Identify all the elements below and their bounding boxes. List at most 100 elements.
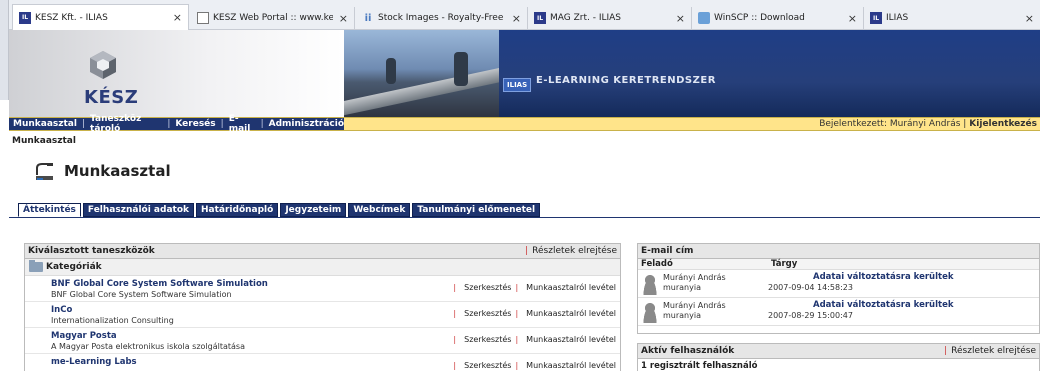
edit-link[interactable]: Szerkesztés [464, 335, 511, 344]
nav-item-adminisztracio[interactable]: Adminisztráció [269, 119, 344, 129]
tab-felhasznaloi-adatok[interactable]: Felhasználói adatok [82, 203, 194, 217]
close-icon[interactable]: × [1025, 12, 1034, 25]
item-title[interactable]: Magyar Posta [51, 331, 117, 341]
tab-title: MAG Zrt. - ILIAS [550, 13, 622, 23]
tab-jegyzeteim[interactable]: Jegyzeteim [280, 203, 347, 217]
tab-title: Stock Images - Royalty-Free Stock... [378, 13, 506, 23]
item-description: Internationalization Consulting [51, 316, 174, 325]
browser-tab-stock-images[interactable]: ii Stock Images - Royalty-Free Stock... … [356, 7, 528, 29]
banner-title: E-LEARNING KERETRENDSZER [536, 75, 716, 86]
nav-item-email[interactable]: E-mail [229, 114, 256, 134]
kesz-logo-text: KÉSZ [84, 87, 139, 108]
page-tabs: Áttekintés Felhasználói adatok Határidőn… [18, 203, 542, 217]
list-item: Magyar Posta A Magyar Posta elektronikus… [25, 328, 620, 354]
ilias-icon: IL [870, 12, 882, 24]
selected-items-header: Kiválasztott taneszközök | Részletek elre… [25, 244, 620, 259]
tab-tanulmanyi-elomenetel[interactable]: Tanulmányi előmenetel [412, 203, 541, 217]
browser-tab-mag-ilias[interactable]: IL MAG Zrt. - ILIAS × [528, 7, 692, 29]
hide-details-link[interactable]: | Részletek elrejtése [525, 246, 617, 256]
tab-title: ILIAS [886, 13, 909, 23]
browser-side-bar [0, 0, 9, 100]
remove-link[interactable]: Munkaasztalról levétel [526, 309, 616, 318]
logo-area [9, 30, 344, 117]
folder-icon [29, 260, 43, 272]
category-row: Kategóriák [25, 259, 620, 276]
mail-panel: E-mail cím Feladó Tárgy Murányi András mu… [637, 243, 1040, 334]
tabs-divider [9, 217, 1040, 218]
logout-link[interactable]: Kijelentkezés [969, 119, 1037, 129]
close-icon[interactable]: × [848, 12, 857, 25]
list-item: me-Learning Labs | Szerkesztés | Munkaaszt… [25, 354, 620, 371]
stock-icon: ii [364, 12, 372, 24]
list-item: InCo Internationalization Consulting | Sz… [25, 302, 620, 328]
sender-name: Murányi András [663, 301, 726, 310]
ilias-icon: IL [534, 12, 546, 24]
desk-icon [36, 163, 53, 180]
tab-title: KÉSZ Web Portal :: www.kesz.hu [213, 13, 333, 23]
remove-link[interactable]: Munkaasztalról levétel [526, 283, 616, 292]
avatar-icon [641, 273, 659, 295]
mail-row[interactable]: Murányi András muranyia Adatai változtatá… [638, 270, 1039, 298]
sender-login: muranyia [663, 311, 701, 320]
item-title[interactable]: InCo [51, 305, 72, 315]
avatar-icon [641, 301, 659, 323]
mail-subject[interactable]: Adatai változtatásra kerültek [793, 272, 953, 282]
kesz-logo-icon [90, 51, 116, 79]
remove-link[interactable]: Munkaasztalról levétel [526, 335, 616, 344]
close-icon[interactable]: × [512, 12, 521, 25]
tab-attekintes[interactable]: Áttekintés [18, 203, 81, 217]
login-status: Bejelentkezett: Murányi András | Kijelen… [819, 118, 1037, 130]
sender-login: muranyia [663, 283, 701, 292]
tab-title: KÉSZ Kft. - ILIAS [35, 12, 108, 23]
page-icon [197, 12, 209, 24]
browser-tab-kesz-ilias[interactable]: IL KÉSZ Kft. - ILIAS × [12, 4, 189, 30]
mail-row[interactable]: Murányi András muranyia Adatai változtatá… [638, 298, 1039, 326]
close-icon[interactable]: × [173, 11, 182, 24]
item-title[interactable]: me-Learning Labs [51, 357, 137, 367]
list-item: BNF Global Core System Software Simulati… [25, 276, 620, 302]
active-users-panel: Aktív felhasználók | Részletek elrejtése … [637, 343, 1040, 371]
tab-hataridonaplo[interactable]: Határidőnapló [196, 203, 279, 217]
browser-tab-winscp[interactable]: WinSCP :: Download × [692, 7, 864, 29]
main-nav-links: Munkaasztal | Taneszköz tároló | Keresés | … [9, 114, 344, 134]
edit-link[interactable]: Szerkesztés [464, 361, 511, 370]
category-label: Kategóriák [46, 262, 102, 272]
active-users-header: Aktív felhasználók | Részletek elrejtése [638, 344, 1039, 359]
hide-details-link[interactable]: | Részletek elrejtése [944, 346, 1036, 356]
mail-title: E-mail cím [641, 246, 694, 256]
sender-name: Murányi András [663, 273, 726, 282]
tab-webcimek[interactable]: Webcímek [348, 203, 411, 217]
col-sender: Feladó [641, 259, 673, 269]
selected-items-panel: Kiválasztott taneszközök | Részletek elre… [24, 243, 621, 371]
mail-date: 2007-08-29 15:00:47 [768, 311, 853, 320]
selected-items-title: Kiválasztott taneszközök [28, 246, 155, 256]
browser-tab-ilias[interactable]: IL ILIAS × [864, 7, 1040, 29]
mail-header: E-mail cím [638, 244, 1039, 259]
nav-item-munkaasztal[interactable]: Munkaasztal [13, 119, 77, 129]
nav-item-taneszkoz-tarolo[interactable]: Taneszköz tároló [90, 114, 162, 134]
mail-date: 2007-09-04 14:58:23 [768, 283, 853, 292]
breadcrumb[interactable]: Munkaasztal [12, 136, 76, 146]
mail-subject[interactable]: Adatai változtatásra kerültek [793, 300, 953, 310]
item-description: A Magyar Posta elektronikus iskola szolg… [51, 342, 245, 351]
mail-column-headers: Feladó Tárgy [638, 259, 1039, 270]
remove-link[interactable]: Munkaasztalról levétel [526, 361, 616, 370]
browser-tab-kesz-portal[interactable]: KÉSZ Web Portal :: www.kesz.hu × [191, 7, 355, 29]
winscp-icon [698, 12, 710, 24]
ilias-badge: ILIAS [503, 78, 532, 92]
edit-link[interactable]: Szerkesztés [464, 283, 511, 292]
tab-title: WinSCP :: Download [714, 13, 805, 23]
close-icon[interactable]: × [676, 12, 685, 25]
logged-in-label: Bejelentkezett: Murányi András | [819, 119, 967, 129]
col-subject: Tárgy [771, 259, 798, 269]
active-users-title: Aktív felhasználók [641, 346, 735, 356]
page-title: Munkaasztal [64, 162, 171, 180]
banner-photo [344, 30, 499, 117]
nav-item-kereses[interactable]: Keresés [175, 119, 215, 129]
item-title[interactable]: BNF Global Core System Software Simulati… [51, 279, 268, 289]
user-count: 1 regisztrált felhasználó [641, 361, 758, 371]
main-nav: Munkaasztal | Taneszköz tároló | Keresés | … [9, 114, 1040, 134]
close-icon[interactable]: × [339, 12, 348, 25]
item-description: BNF Global Core System Software Simulati… [51, 290, 232, 299]
edit-link[interactable]: Szerkesztés [464, 309, 511, 318]
